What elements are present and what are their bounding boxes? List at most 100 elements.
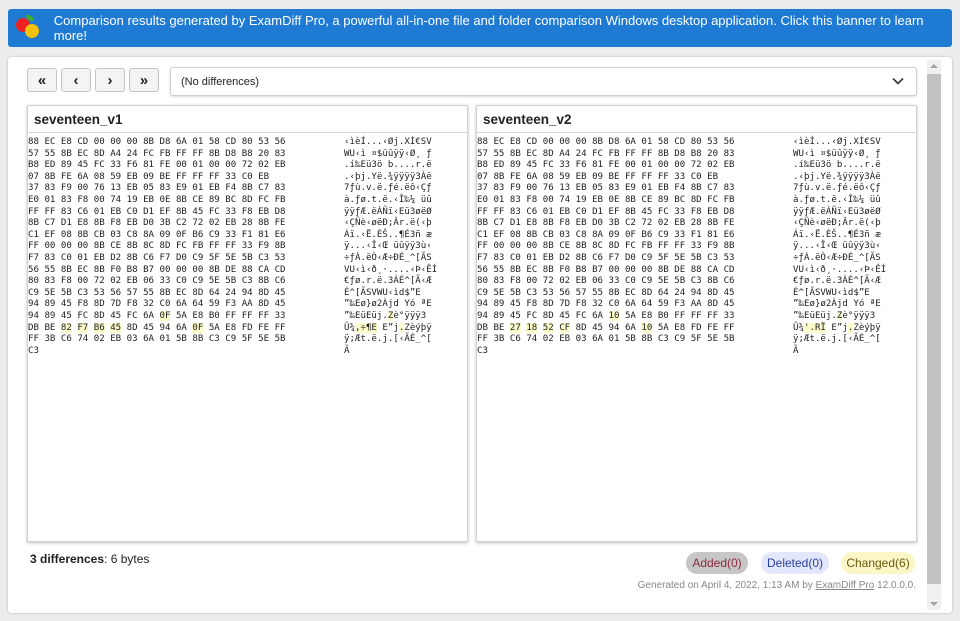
hex-byte: FF [477,334,488,345]
hex-byte: 03 [559,229,571,240]
hex-byte: CB [542,229,554,240]
hex-byte: BE [493,322,505,333]
right-file-pane[interactable]: seventeen_v2 88 EC E8 CD 00 00 00 8B D8 … [476,105,917,542]
hex-byte: 33 [674,206,686,217]
chevron-down-icon [892,77,904,85]
hex-row: C1 EF 08 8B CB 03 C8 8A 09 0F B6 C9 33 F… [477,230,735,242]
hex-byte: 45 [723,287,735,298]
hex-byte: 6A [592,334,604,345]
vertical-scrollbar[interactable] [927,60,941,610]
hex-byte: 00 [126,137,138,147]
hex-byte: 5A [208,322,220,333]
hex-byte: 8B [208,264,220,275]
hex-byte: 5E [44,287,56,298]
hex-byte: F8 [126,299,138,310]
added-filter-badge[interactable]: Added(0) [686,552,748,574]
hex-byte: 6A [143,334,155,345]
hex-byte: 00 [60,241,72,252]
left-file-pane[interactable]: seventeen_v1 88 EC E8 CD 00 00 00 8B D8 … [27,105,468,542]
hex-byte: FF [493,206,505,217]
hex-byte: 8B [93,241,105,252]
hex-byte: E8 [225,322,237,333]
hex-byte: 56 [477,264,488,275]
hex-byte: CF [559,322,571,333]
hex-row: FF 3B C6 74 02 EB 03 6A 01 5B 8B C3 C9 5… [28,334,286,346]
hex-byte: 5B [509,287,521,298]
previous-difference-button[interactable]: ‹ [61,68,91,92]
hex-byte: FC [542,160,554,171]
hex-byte: DB [477,322,488,333]
hex-byte: C6 [509,334,521,345]
hex-byte: D8 [674,148,686,159]
hex-byte: 81 [592,160,604,171]
first-difference-button[interactable]: « [27,68,57,92]
examdiff-pro-link[interactable]: ExamDiff Pro [816,580,875,591]
hex-byte: 01 [641,183,653,194]
hex-byte: C3 [241,276,253,287]
hex-byte: FF [208,241,220,252]
hex-byte: C7 [44,218,56,229]
hex-byte: 00 [641,264,653,275]
hex-byte: 7D [110,299,122,310]
changed-filter-badge[interactable]: Changed(6) [841,552,915,574]
ascii-row: ‹ìèÍ...‹Øj.XÍ€SV [344,137,432,147]
scrollbar-thumb[interactable] [927,74,941,584]
hex-byte: 07 [28,171,39,182]
hex-byte: 00 [159,264,171,275]
hex-byte: F8 [690,206,702,217]
hex-byte: EB [225,218,237,229]
hex-byte: EC [526,148,538,159]
hex-byte: 33 [110,160,122,171]
hex-byte: C3 [208,334,220,345]
hex-byte: 74 [559,194,571,205]
hex-byte: FB [159,148,171,159]
hex-byte: CE [559,241,571,252]
hex-byte: 01 [93,206,105,217]
hex-byte: 01 [192,183,204,194]
hex-byte: 10 [608,310,620,321]
hex-byte: C7 [258,183,270,194]
hex-byte: 45 [60,299,72,310]
hex-byte: B8 [477,160,488,171]
promo-banner[interactable]: Comparison results generated by ExamDiff… [8,9,952,47]
hex-byte: 53 [274,252,286,263]
ascii-row: WU‹ì ¤$üûÿÿ‹Ø¸ ƒ [344,148,432,159]
hex-byte: F1 [690,229,702,240]
hex-byte: C9 [192,252,204,263]
hex-byte: F7 [477,252,488,263]
hex-byte: 5B [674,276,686,287]
hex-byte: E8 [60,137,72,147]
hex-row: 07 8B FE 6A 08 59 EB 09 BE FF FF FF 33 C… [477,172,735,184]
scroll-up-icon[interactable] [930,64,938,68]
hex-byte: 55 [493,148,505,159]
hex-byte: 02 [657,218,669,229]
next-difference-button[interactable]: › [95,68,125,92]
hex-byte: FC [126,310,138,321]
hex-byte: 56 [723,137,735,147]
hex-byte: 8A [592,229,604,240]
hex-byte: F8 [509,276,521,287]
hex-byte: F7 [77,322,89,333]
hex-byte: 0F [624,229,636,240]
hex-byte: C9 [477,287,488,298]
ascii-row: VU‹ì‹ð¸·....‹Þ‹ÊÍ [344,264,438,275]
last-difference-button[interactable]: » [129,68,159,92]
scroll-down-icon[interactable] [930,602,938,606]
hex-byte: 45 [723,299,735,310]
hex-byte: FC [175,241,187,252]
hex-byte: 01 [608,334,620,345]
hex-byte: EB [592,194,604,205]
difference-select[interactable]: (No differences) [170,67,917,96]
hex-byte: B6 [192,229,204,240]
hex-byte: FF [28,206,39,217]
hex-byte: C3 [707,252,719,263]
hex-byte: 53 [258,137,270,147]
hex-byte: 8B [542,218,554,229]
hex-byte: C6 [77,206,89,217]
hex-byte: FE [509,171,521,182]
hex-byte: 5A [657,322,669,333]
hex-byte: 3B [493,334,505,345]
hex-byte: 45 [559,310,571,321]
deleted-filter-badge[interactable]: Deleted(0) [761,552,829,574]
hex-byte: 00 [526,183,538,194]
